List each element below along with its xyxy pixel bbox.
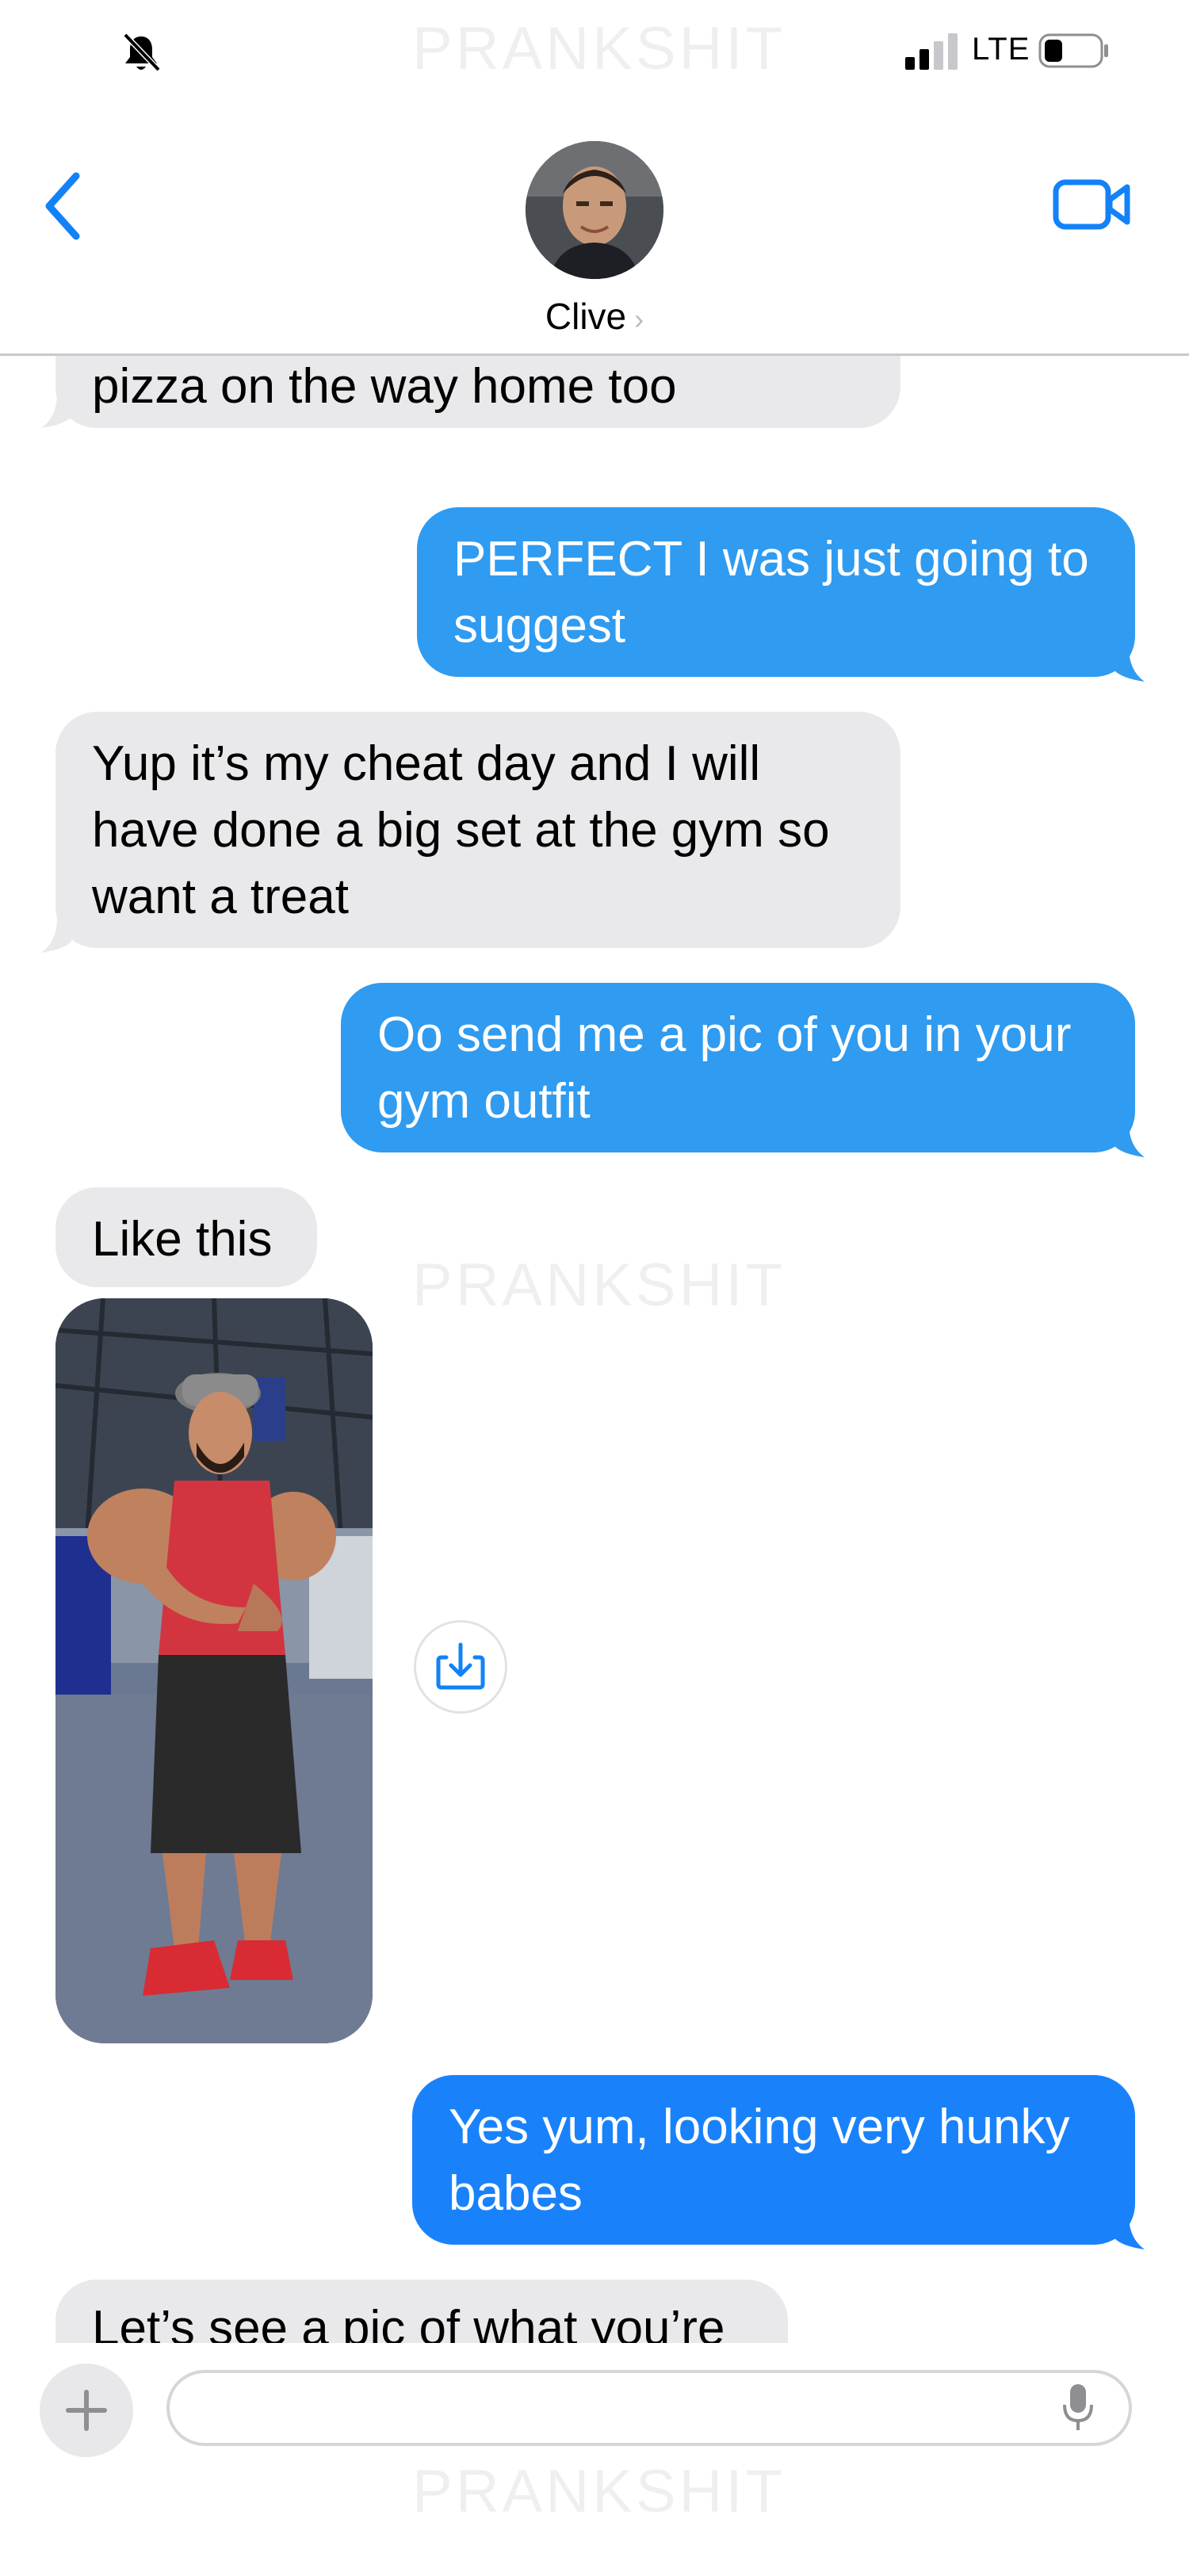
bubble-tail: [41, 393, 71, 428]
back-chevron-icon[interactable]: [41, 168, 89, 244]
battery-icon: [1038, 33, 1108, 68]
signal-icon: [905, 33, 958, 70]
message-incoming[interactable]: Like this: [55, 1187, 317, 1287]
message-incoming[interactable]: Let’s see a pic of what you’re: [55, 2280, 788, 2343]
save-image-button[interactable]: [414, 1620, 507, 1714]
contact-name-button[interactable]: Clive ›: [0, 295, 1189, 338]
network-label: LTE: [972, 32, 1030, 67]
status-bar: LTE: [0, 0, 1189, 103]
save-image-icon: [436, 1642, 485, 1690]
message-outgoing[interactable]: PERFECT I was just going to suggest: [417, 507, 1135, 677]
contact-name: Clive: [545, 296, 627, 337]
bell-slash-icon: [123, 32, 161, 72]
chevron-right-icon: ›: [634, 303, 644, 335]
bubble-tail: [41, 918, 71, 953]
bubble-tail: [1114, 2215, 1145, 2249]
message-outgoing[interactable]: Yes yum, looking very hunky babes: [412, 2075, 1135, 2245]
plus-button[interactable]: [40, 2364, 133, 2457]
bubble-tail: [1114, 1122, 1145, 1157]
video-camera-icon[interactable]: [1053, 176, 1132, 233]
photo-message[interactable]: [55, 1298, 373, 2043]
message-outgoing[interactable]: Oo send me a pic of you in your gym outf…: [341, 983, 1135, 1152]
bubble-tail: [1114, 647, 1145, 682]
microphone-icon[interactable]: [1062, 2383, 1094, 2433]
message-thread[interactable]: I'll be back at 8 tonight, I'll pick up …: [0, 354, 1189, 2343]
input-bar: [0, 2343, 1189, 2576]
conversation-header: Clive ›: [0, 103, 1189, 356]
message-incoming[interactable]: I'll be back at 8 tonight, I'll pick up …: [55, 354, 900, 428]
message-incoming[interactable]: Yup it’s my cheat day and I will have do…: [55, 712, 900, 948]
avatar[interactable]: [526, 141, 663, 279]
message-input[interactable]: [166, 2370, 1132, 2446]
plus-icon: [66, 2390, 107, 2431]
